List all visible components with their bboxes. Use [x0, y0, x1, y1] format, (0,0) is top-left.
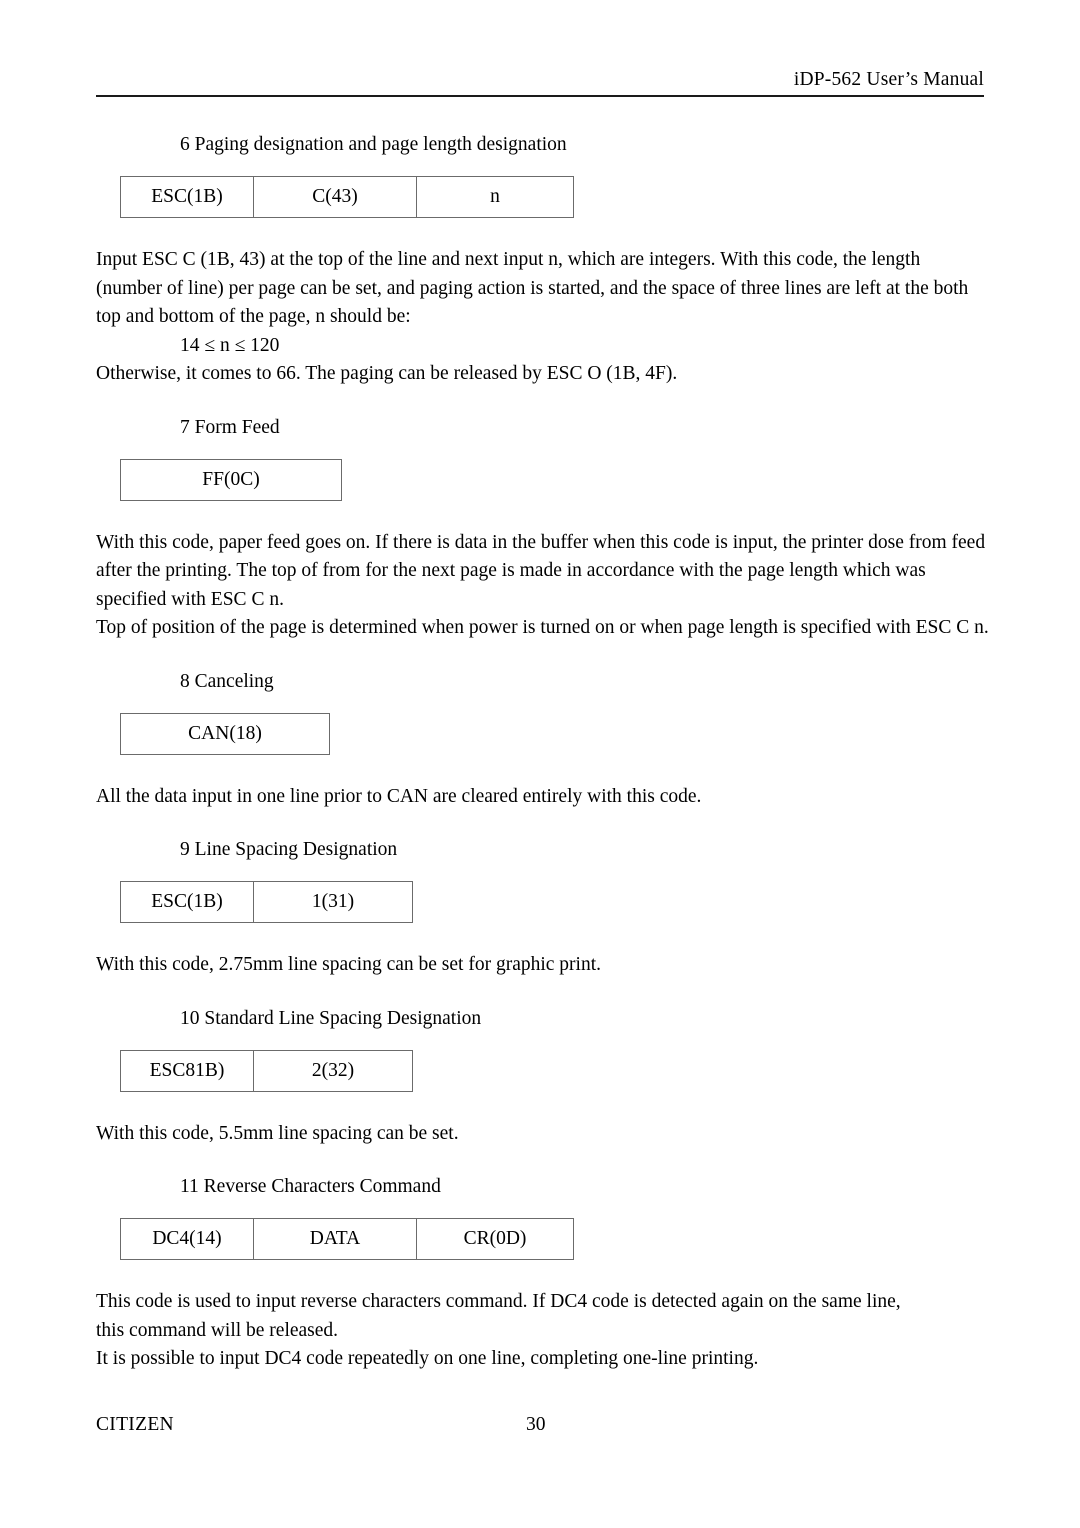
table-row: ESC(1B) 1(31) [120, 881, 413, 923]
table-row: ESC(1B) C(43) n [120, 176, 574, 218]
vertical-spacer [96, 697, 996, 713]
section-paragraph-6-paging-designation-and-page-length-designation: Input ESC C (1B, 43) at the top of the l… [96, 246, 996, 389]
paragraph-line: With this code, paper feed goes on. If t… [96, 531, 986, 553]
document-body: 6 Paging designation and page length des… [96, 130, 996, 1374]
section-heading-8-canceling: 8 Canceling [180, 670, 274, 692]
section-heading-10-standard-line-spacing-designation: 10 Standard Line Spacing Designation [180, 1007, 482, 1029]
vertical-spacer [96, 160, 996, 176]
footer-brand: CITIZEN [96, 1414, 174, 1435]
vertical-spacer [96, 1260, 996, 1288]
vertical-spacer [96, 218, 996, 246]
indented-range-expression: 14 ≤ n ≤ 120 [180, 334, 280, 356]
table-row: FF(0C) [120, 458, 342, 501]
paragraph-line: With this code, 5.5mm line spacing can b… [96, 1122, 459, 1144]
command-code-table-10-standard-line-spacing-designation: ESC81B) 2(32) [120, 1049, 413, 1092]
code-cell: ESC(1B) [120, 176, 254, 218]
vertical-spacer [96, 1148, 996, 1172]
code-cell: ESC81B) [120, 1049, 254, 1092]
vertical-spacer [96, 1034, 996, 1050]
section-heading-7-form-feed: 7 Form Feed [180, 416, 280, 438]
vertical-spacer [96, 501, 996, 529]
vertical-spacer [96, 865, 996, 881]
vertical-spacer [96, 1092, 996, 1120]
code-cell: CAN(18) [120, 712, 330, 755]
command-code-table-8-canceling: CAN(18) [120, 712, 330, 755]
paragraph-line: This code is used to input reverse chara… [96, 1291, 901, 1312]
code-cell: ESC(1B) [120, 881, 254, 923]
code-cell: C(43) [253, 176, 417, 218]
code-cell: FF(0C) [120, 458, 342, 501]
section-paragraph-10-standard-line-spacing-designation: With this code, 5.5mm line spacing can b… [96, 1120, 996, 1149]
code-cell: DC4(14) [120, 1218, 254, 1260]
section-heading-11-reverse-characters-command: 11 Reverse Characters Command [180, 1176, 441, 1197]
paragraph-line: All the data input in one line prior to … [96, 785, 702, 807]
section-paragraph-7-form-feed: With this code, paper feed goes on. If t… [96, 529, 996, 643]
vertical-spacer [96, 389, 996, 413]
paragraph-line: after the printing. The top of from for … [96, 560, 926, 581]
section-paragraph-11-reverse-characters-command: This code is used to input reverse chara… [96, 1288, 996, 1374]
command-code-table-7-form-feed: FF(0C) [120, 458, 342, 501]
paragraph-line: Input ESC C (1B, 43) at the top of the l… [96, 249, 921, 270]
command-code-table-9-line-spacing-designation: ESC(1B) 1(31) [120, 881, 413, 923]
section-heading-9-line-spacing-designation: 9 Line Spacing Designation [180, 839, 398, 860]
paragraph-line: (number of line) per page can be set, an… [96, 277, 969, 299]
header-rule [96, 95, 984, 97]
page-header: iDP-562 User’s Manual [96, 68, 984, 97]
section-paragraph-9-line-spacing-designation: With this code, 2.75mm line spacing can … [96, 951, 996, 980]
header-title: iDP-562 User’s Manual [793, 69, 984, 90]
paragraph-line: specified with ESC C n. [96, 588, 284, 610]
code-cell: 1(31) [253, 881, 413, 923]
section-heading-6-paging-designation-and-page-length-designation: 6 Paging designation and page length des… [180, 134, 567, 155]
table-row: ESC81B) 2(32) [120, 1049, 413, 1092]
paragraph-line: Otherwise, it comes to 66. The paging ca… [96, 363, 678, 384]
code-cell: CR(0D) [416, 1218, 574, 1260]
command-code-table-6-paging-designation-and-page-length-designation: ESC(1B) C(43) n [120, 176, 574, 218]
section-paragraph-8-canceling: All the data input in one line prior to … [96, 783, 996, 812]
code-cell: n [416, 176, 574, 218]
footer-page-number: 30 [526, 1414, 546, 1435]
vertical-spacer [96, 980, 996, 1004]
vertical-spacer [96, 755, 996, 783]
paragraph-line: top and bottom of the page, n should be: [96, 306, 411, 327]
vertical-spacer [96, 923, 996, 951]
code-cell: 2(32) [253, 1049, 413, 1092]
document-page: iDP-562 User’s Manual 6 Paging designati… [0, 0, 1080, 1528]
vertical-spacer [96, 1202, 996, 1218]
paragraph-line: It is possible to input DC4 code repeate… [96, 1348, 759, 1369]
paragraph-line: Top of position of the page is determine… [96, 617, 989, 638]
code-cell: DATA [253, 1218, 417, 1260]
paragraph-line: With this code, 2.75mm line spacing can … [96, 954, 602, 975]
page-footer: CITIZEN 30 [96, 1412, 984, 1440]
vertical-spacer [96, 443, 996, 459]
vertical-spacer [96, 643, 996, 667]
vertical-spacer [96, 811, 996, 835]
table-row: DC4(14) DATA CR(0D) [120, 1218, 574, 1260]
command-code-table-11-reverse-characters-command: DC4(14) DATA CR(0D) [120, 1218, 574, 1260]
paragraph-line: this command will be released. [96, 1319, 339, 1341]
table-row: CAN(18) [120, 712, 330, 755]
